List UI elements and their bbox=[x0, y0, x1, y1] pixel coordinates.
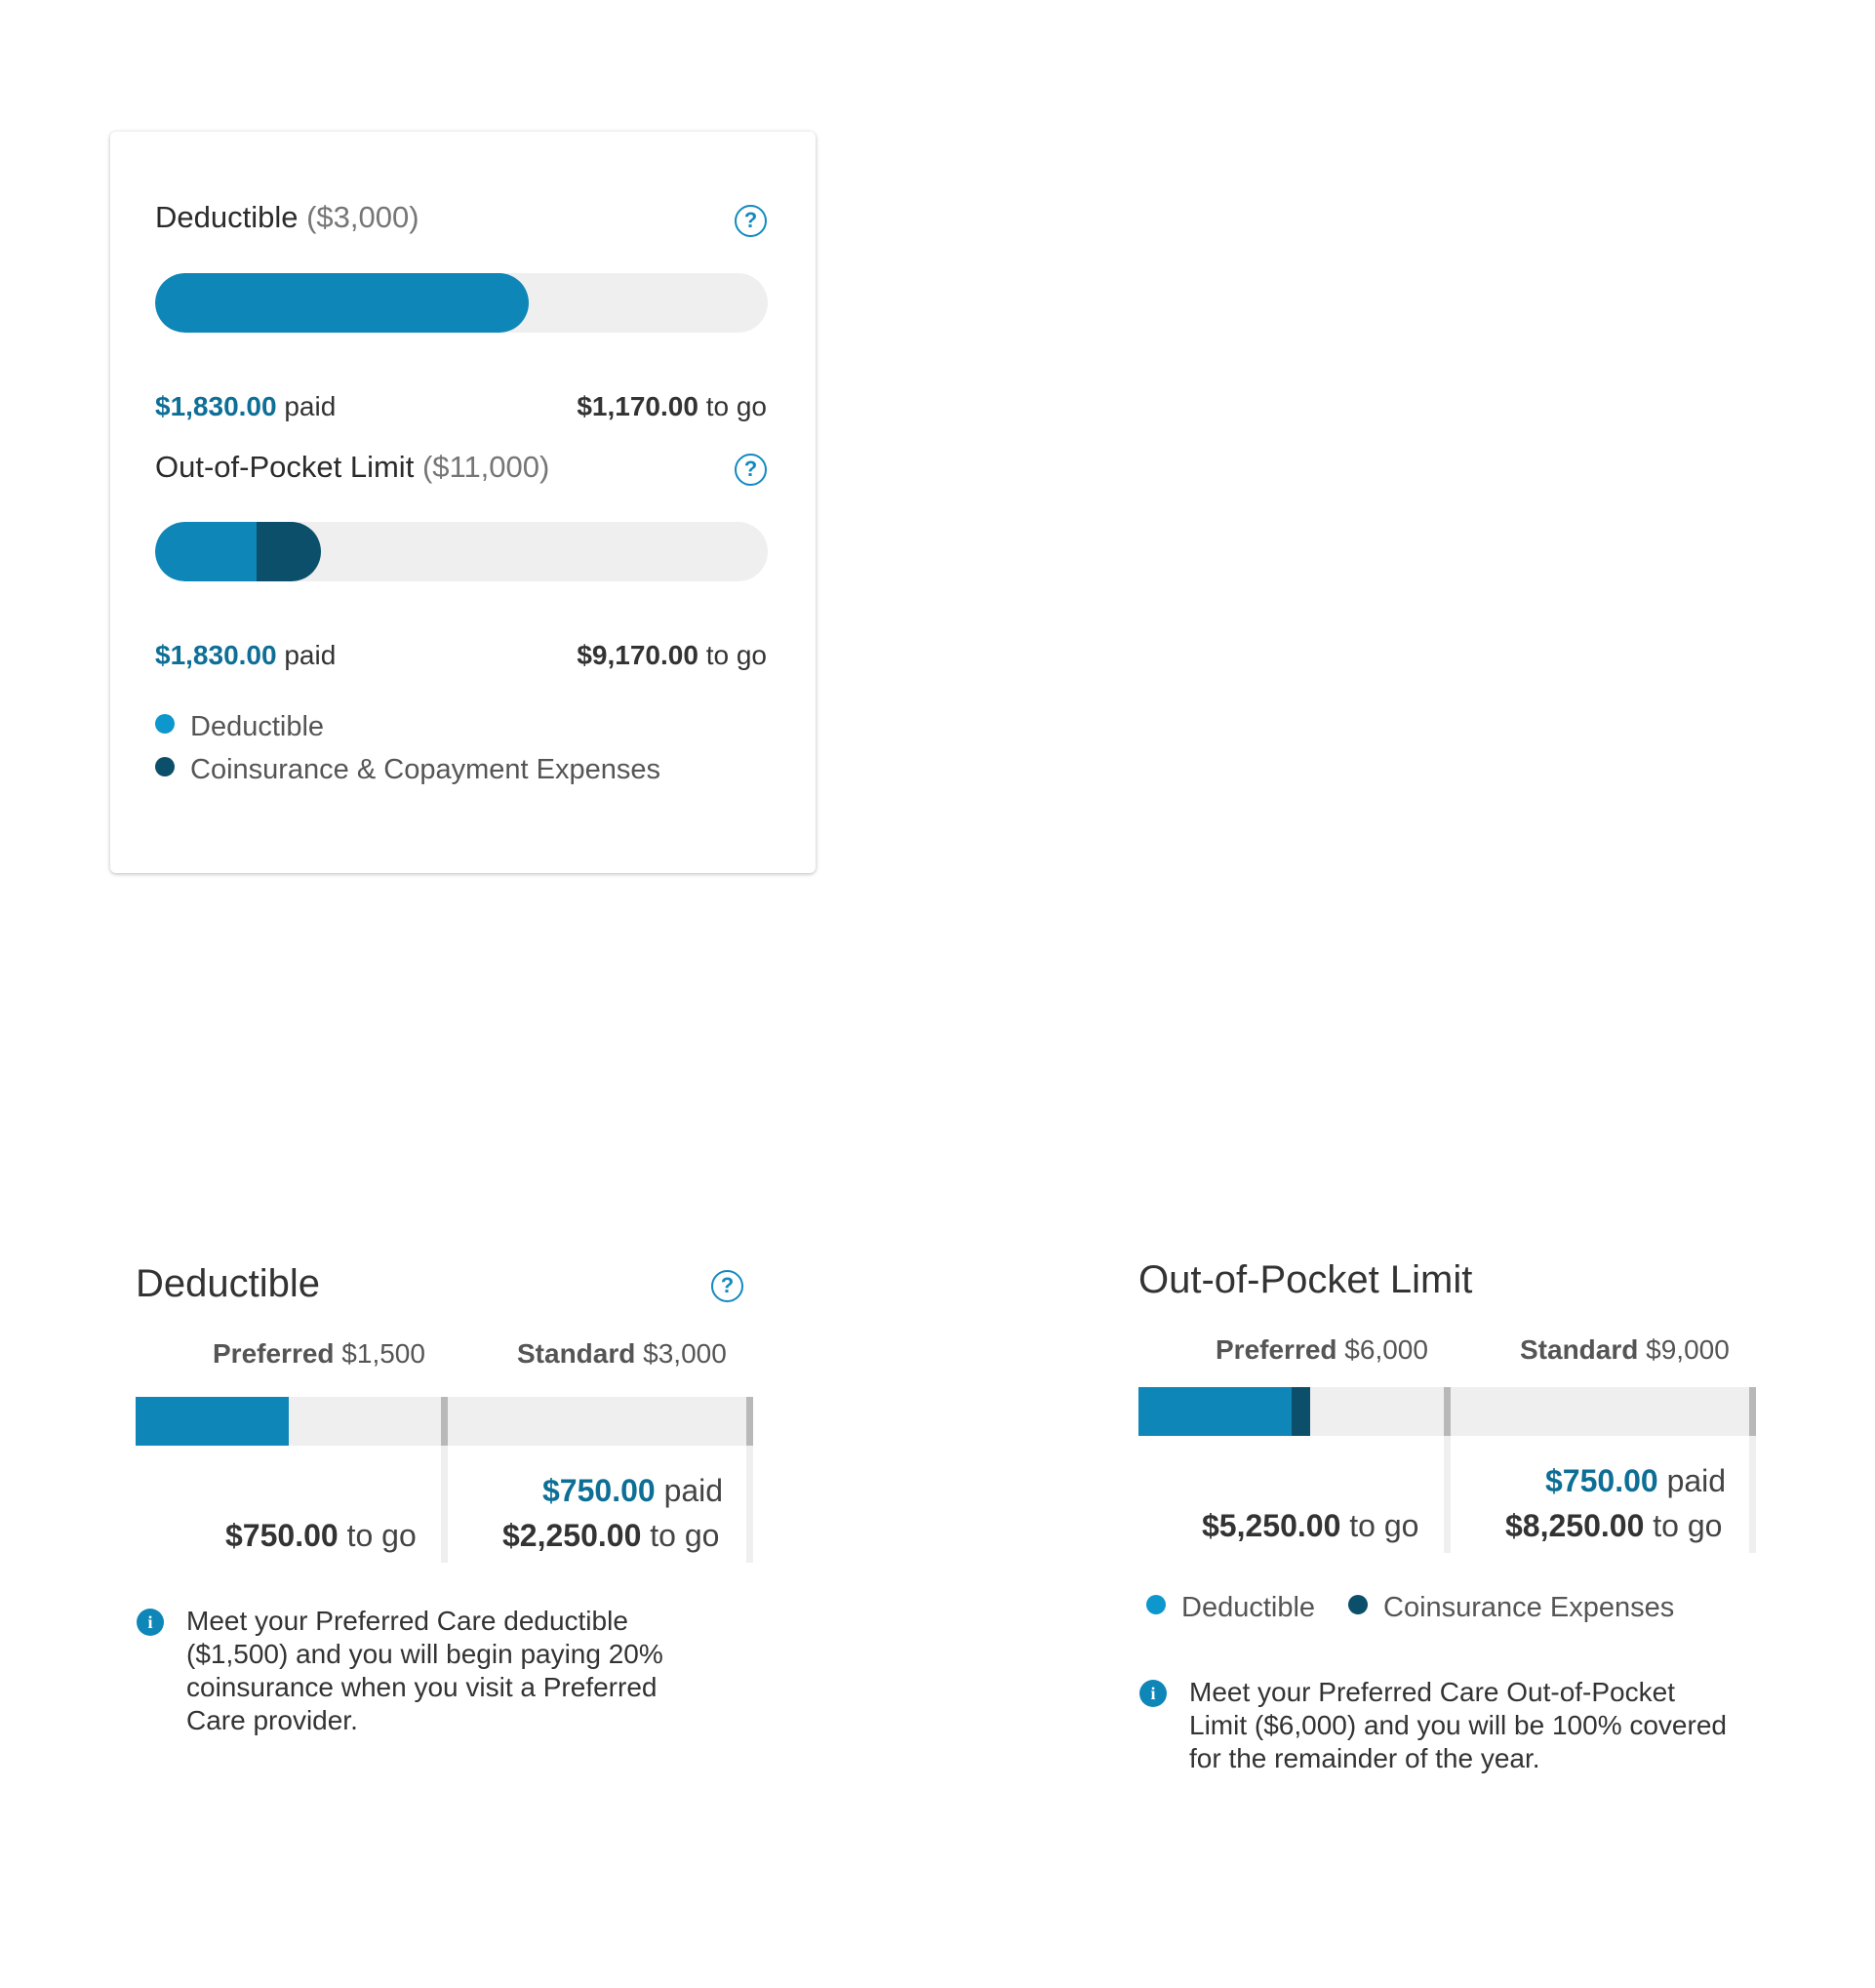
standard-paid-value: $750.00 bbox=[542, 1473, 656, 1508]
preferred-progress-bar bbox=[136, 1397, 441, 1446]
standard-paid-suffix: paid bbox=[663, 1473, 724, 1508]
deductible-to-go-value: $1,170.00 bbox=[577, 391, 698, 421]
preferred-amount: $1,500 bbox=[341, 1338, 425, 1369]
legend-deductible-label: Deductible bbox=[1181, 1592, 1316, 1623]
oop-title-label: Out-of-Pocket Limit bbox=[155, 450, 415, 484]
legend-deductible-label: Deductible bbox=[190, 711, 325, 742]
deductible-dot-icon bbox=[1146, 1595, 1166, 1615]
standard-tier-label: Standard $3,000 bbox=[517, 1338, 727, 1370]
standard-divider-cap bbox=[746, 1397, 753, 1446]
coinsurance-dot-icon bbox=[155, 757, 175, 777]
deductible-to-go: $1,170.00 to go bbox=[577, 391, 767, 422]
oop-progress-fill bbox=[155, 522, 321, 581]
accumulator-card: Deductible ($3,000) ? $1,830.00 paid $1,… bbox=[110, 132, 816, 873]
standard-to-go: $2,250.00 to go bbox=[502, 1518, 719, 1554]
standard-paid: $750.00 paid bbox=[542, 1473, 723, 1509]
standard-label: Standard bbox=[1520, 1334, 1639, 1365]
standard-to-go-suffix: to go bbox=[1653, 1508, 1723, 1543]
preferred-deductible-fill bbox=[1138, 1387, 1292, 1436]
deductible-paid-suffix: paid bbox=[284, 391, 337, 421]
deductible-paid-value: $1,830.00 bbox=[155, 391, 277, 421]
deductible-paid: $1,830.00 paid bbox=[155, 391, 336, 422]
preferred-tier-label: Preferred $6,000 bbox=[1216, 1334, 1428, 1366]
deductible-amount: ($3,000) bbox=[306, 200, 419, 234]
legend-coinsurance-label: Coinsurance Expenses bbox=[1383, 1592, 1675, 1623]
oop-coinsurance-segment bbox=[257, 522, 321, 581]
preferred-to-go-suffix: to go bbox=[346, 1518, 417, 1553]
preferred-to-go-value: $5,250.00 bbox=[1202, 1508, 1341, 1543]
preferred-amount: $6,000 bbox=[1344, 1334, 1428, 1365]
standard-to-go: $8,250.00 to go bbox=[1505, 1508, 1722, 1544]
legend-item-coinsurance: Coinsurance Expenses bbox=[1348, 1592, 1674, 1624]
oop-paid-suffix: paid bbox=[284, 640, 337, 670]
deductible-title-label: Deductible bbox=[155, 200, 299, 234]
deductible-panel-title: Deductible bbox=[136, 1262, 321, 1305]
deductible-title: Deductible ($3,000) bbox=[155, 200, 419, 235]
standard-progress-bar bbox=[448, 1397, 746, 1446]
oop-to-go: $9,170.00 to go bbox=[577, 640, 767, 671]
standard-paid-suffix: paid bbox=[1666, 1463, 1727, 1498]
info-icon: i bbox=[1139, 1680, 1167, 1707]
preferred-progress-bar bbox=[1138, 1387, 1444, 1436]
deductible-progress-fill bbox=[155, 273, 530, 333]
standard-divider-cap bbox=[1749, 1387, 1756, 1436]
standard-amount: $3,000 bbox=[643, 1338, 727, 1369]
info-icon: i bbox=[137, 1609, 164, 1636]
oop-paid-value: $1,830.00 bbox=[155, 640, 277, 670]
standard-progress-bar bbox=[1451, 1387, 1749, 1436]
standard-paid-value: $750.00 bbox=[1545, 1463, 1658, 1498]
preferred-divider-cap bbox=[441, 1397, 448, 1446]
legend-item-deductible: Deductible bbox=[1146, 1592, 1315, 1624]
preferred-progress-fill bbox=[136, 1397, 289, 1446]
deductible-dot-icon bbox=[155, 714, 175, 735]
legend-coinsurance-label: Coinsurance & Copayment Expenses bbox=[190, 754, 660, 785]
preferred-to-go: $750.00 to go bbox=[225, 1518, 417, 1554]
preferred-divider-cap bbox=[1444, 1387, 1451, 1436]
standard-to-go-value: $2,250.00 bbox=[502, 1518, 642, 1553]
help-icon[interactable]: ? bbox=[711, 1270, 743, 1302]
deductible-progress-bar bbox=[155, 273, 768, 333]
help-icon[interactable]: ? bbox=[735, 205, 767, 237]
oop-paid: $1,830.00 paid bbox=[155, 640, 336, 671]
oop-amount: ($11,000) bbox=[421, 450, 550, 484]
oop-to-go-value: $9,170.00 bbox=[577, 640, 698, 670]
preferred-coinsurance-fill bbox=[1291, 1387, 1311, 1436]
preferred-label: Preferred bbox=[213, 1338, 335, 1369]
preferred-to-go-suffix: to go bbox=[1349, 1508, 1419, 1543]
oop-panel-title: Out-of-Pocket Limit bbox=[1138, 1258, 1473, 1301]
standard-label: Standard bbox=[517, 1338, 636, 1369]
oop-progress-bar bbox=[155, 522, 768, 581]
standard-amount: $9,000 bbox=[1646, 1334, 1730, 1365]
standard-to-go-value: $8,250.00 bbox=[1505, 1508, 1645, 1543]
deductible-info-text: Meet your Preferred Care deductible ($1,… bbox=[186, 1606, 663, 1735]
preferred-to-go: $5,250.00 to go bbox=[1202, 1508, 1418, 1544]
standard-paid: $750.00 paid bbox=[1545, 1463, 1726, 1499]
deductible-to-go-suffix: to go bbox=[705, 391, 767, 421]
standard-to-go-suffix: to go bbox=[650, 1518, 720, 1553]
legend-item-deductible: Deductible bbox=[155, 711, 324, 743]
preferred-to-go-value: $750.00 bbox=[225, 1518, 339, 1553]
coinsurance-dot-icon bbox=[1348, 1595, 1368, 1615]
help-icon[interactable]: ? bbox=[735, 454, 767, 486]
oop-deductible-segment bbox=[155, 522, 258, 581]
oop-info-text: Meet your Preferred Care Out-of-Pocket L… bbox=[1189, 1677, 1727, 1773]
legend-item-coinsurance: Coinsurance & Copayment Expenses bbox=[155, 754, 660, 786]
standard-tier-label: Standard $9,000 bbox=[1520, 1334, 1730, 1366]
preferred-label: Preferred bbox=[1216, 1334, 1337, 1365]
oop-title: Out-of-Pocket Limit ($11,000) bbox=[155, 450, 549, 485]
oop-to-go-suffix: to go bbox=[705, 640, 767, 670]
preferred-tier-label: Preferred $1,500 bbox=[213, 1338, 425, 1370]
